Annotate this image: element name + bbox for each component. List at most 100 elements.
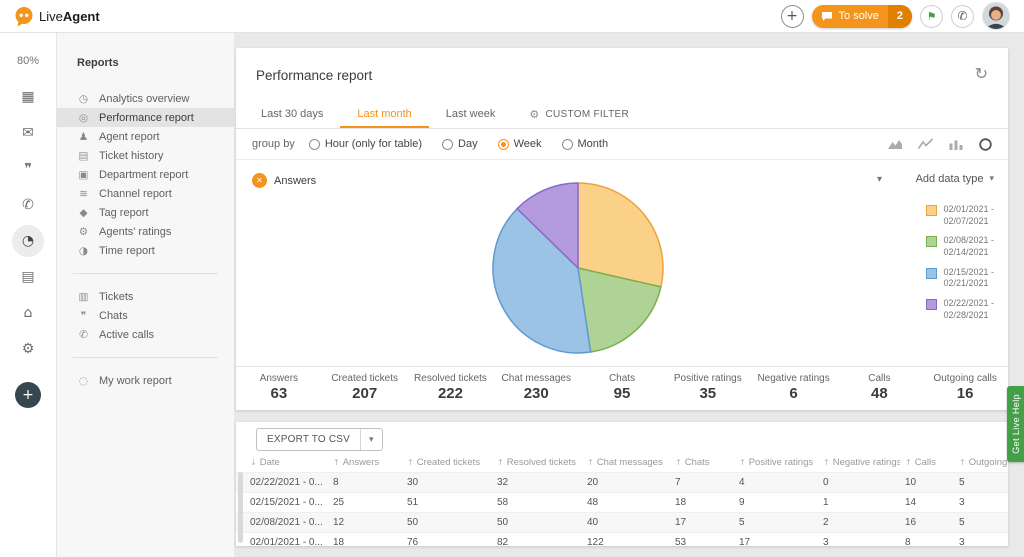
radio-label: Week — [514, 138, 542, 150]
sidebar-item-active-calls[interactable]: ✆Active calls — [57, 325, 234, 344]
tab-label: Last 30 days — [261, 108, 323, 120]
sidebar-item-performance-report[interactable]: ◎Performance report — [57, 108, 234, 127]
time-report-icon: ◑ — [77, 245, 90, 257]
sort-asc-icon: ↑ — [823, 458, 830, 467]
stat-calls[interactable]: Calls48 — [836, 367, 922, 408]
rail-item-add-new[interactable]: + — [0, 377, 56, 413]
stat-positive-ratings[interactable]: Positive ratings35 — [665, 367, 751, 408]
cell: 82 — [492, 533, 582, 547]
sidebar-item-label: Agents' ratings — [99, 226, 171, 238]
col-calls[interactable]: ↑Calls — [900, 455, 954, 473]
line-chart-icon[interactable] — [918, 138, 933, 150]
export-to-csv-button[interactable]: EXPORT TO CSV ▾ — [256, 428, 383, 451]
rail-item-reports[interactable]: ◔ — [0, 223, 56, 259]
series-options-caret-icon[interactable]: ▾ — [877, 174, 882, 185]
refresh-icon[interactable]: ↻ — [975, 64, 988, 83]
stat-value: 230 — [524, 385, 549, 402]
groupby-day[interactable]: Day — [442, 138, 478, 150]
settings-icon: ⚙ — [22, 341, 35, 357]
to-solve-button[interactable]: To solve 2 — [812, 5, 912, 28]
groupby-month[interactable]: Month — [562, 138, 609, 150]
legend-item-1[interactable]: 02/08/2021 -02/14/2021 — [926, 235, 994, 258]
legend-swatch — [926, 268, 937, 279]
stat-outgoing-calls[interactable]: Outgoing calls16 — [922, 367, 1008, 408]
table-row[interactable]: 02/01/2021 - 0...1876821225317383 — [236, 533, 1008, 547]
col-chat-messages[interactable]: ↑Chat messages — [582, 455, 670, 473]
sidebar-item-my-work-report[interactable]: ◌My work report — [57, 371, 234, 390]
legend-item-2[interactable]: 02/15/2021 -02/21/2021 — [926, 267, 994, 290]
rail-item-calls[interactable]: ✆ — [0, 187, 56, 223]
tab-label: CUSTOM FILTER — [546, 109, 630, 120]
tab-custom-filter[interactable]: ⚙CUSTOM FILTER — [512, 102, 646, 128]
col-resolved-tickets[interactable]: ↑Resolved tickets — [492, 455, 582, 473]
sidebar-item-tickets[interactable]: ▥Tickets — [57, 287, 234, 306]
stat-negative-ratings[interactable]: Negative ratings6 — [751, 367, 837, 408]
cell: 4 — [734, 473, 818, 493]
rail-item-dashboard[interactable]: ▦ — [0, 79, 56, 115]
notifications-flag-button[interactable]: ⚑ — [920, 5, 943, 28]
agent-report-icon: ♟ — [77, 131, 90, 143]
phone-button[interactable]: ✆ — [951, 5, 974, 28]
stat-answers[interactable]: Answers63 — [236, 367, 322, 408]
area-chart-icon[interactable] — [888, 138, 902, 150]
answers-series-chip[interactable]: ✕ Answers — [252, 173, 316, 188]
sidebar-item-ticket-history[interactable]: ▤Ticket history — [57, 146, 234, 165]
sidebar-item-time-report[interactable]: ◑Time report — [57, 241, 234, 260]
col-negative-ratings[interactable]: ↑Negative ratings — [818, 455, 900, 473]
tab-last-week[interactable]: Last week — [429, 102, 513, 128]
channel-report-icon: ≋ — [77, 188, 90, 200]
add-data-type-dropdown[interactable]: Add data type ▾ — [916, 173, 994, 185]
get-live-help-button[interactable]: Get Live Help — [1007, 386, 1024, 462]
legend-item-3[interactable]: 02/22/2021 -02/28/2021 — [926, 298, 994, 321]
sidebar-item-label: Channel report — [99, 188, 172, 200]
col-positive-ratings[interactable]: ↑Positive ratings — [734, 455, 818, 473]
sidebar-item-agents-ratings[interactable]: ⚙Agents' ratings — [57, 222, 234, 241]
stat-value: 63 — [271, 385, 288, 402]
table-row[interactable]: 02/22/2021 - 0...8303220740105 — [236, 473, 1008, 493]
export-caret-icon[interactable]: ▾ — [360, 429, 382, 450]
groupby-week[interactable]: Week — [498, 138, 542, 150]
legend-item-0[interactable]: 02/01/2021 -02/07/2021 — [926, 204, 994, 227]
col-date[interactable]: ↓Date — [236, 455, 328, 473]
rail-item-chats[interactable]: ❞ — [0, 151, 56, 187]
stat-created-tickets[interactable]: Created tickets207 — [322, 367, 408, 408]
bar-chart-icon[interactable] — [949, 138, 963, 150]
liveagent-logo[interactable]: LiveAgent — [14, 6, 100, 27]
stat-chat-messages[interactable]: Chat messages230 — [493, 367, 579, 408]
user-avatar[interactable] — [982, 2, 1010, 30]
cell: 9 — [734, 493, 818, 513]
reports-icon: ◔ — [22, 233, 34, 249]
col-answers[interactable]: ↑Answers — [328, 455, 402, 473]
sidebar-item-chats[interactable]: ❞Chats — [57, 306, 234, 325]
groupby-hour-only-for-table[interactable]: Hour (only for table) — [309, 138, 422, 150]
rail-item-tickets[interactable]: ▤ — [0, 259, 56, 295]
rail-item-mail[interactable]: ✉ — [0, 115, 56, 151]
tab-label: Last month — [357, 108, 411, 120]
sidebar-item-channel-report[interactable]: ≋ Channel report — [57, 184, 234, 203]
stat-chats[interactable]: Chats95 — [579, 367, 665, 408]
rail-item-settings[interactable]: ⚙ — [0, 331, 56, 367]
tab-last-30-days[interactable]: Last 30 days — [244, 102, 340, 128]
table-row[interactable]: 02/15/2021 - 0...255158481891143 — [236, 493, 1008, 513]
pie-chart-icon[interactable] — [979, 138, 992, 151]
cell: 17 — [670, 513, 734, 533]
sidebar-item-agent-report[interactable]: ♟Agent report — [57, 127, 234, 146]
sort-asc-icon: ↑ — [497, 458, 504, 467]
stat-resolved-tickets[interactable]: Resolved tickets222 — [408, 367, 494, 408]
tickets-icon: ▥ — [77, 291, 90, 303]
col-outgoing-calls[interactable]: ↑Outgoing calls — [954, 455, 1008, 473]
zoom-level[interactable]: 80% — [0, 55, 56, 67]
col-created-tickets[interactable]: ↑Created tickets — [402, 455, 492, 473]
sidebar-item-department-report[interactable]: ▣Department report — [57, 165, 234, 184]
sidebar-item-tag-report[interactable]: ◆Tag report — [57, 203, 234, 222]
sidebar-item-analytics-overview[interactable]: ◷Analytics overview — [57, 89, 234, 108]
table-row[interactable]: 02/08/2021 - 0...125050401752165 — [236, 513, 1008, 533]
table-scrollbar[interactable] — [238, 472, 243, 543]
brand-live: Live — [39, 9, 63, 24]
col-chats[interactable]: ↑Chats — [670, 455, 734, 473]
rail-item-billing[interactable]: ⌂ — [0, 295, 56, 331]
sidebar-item-label: Tag report — [99, 207, 149, 219]
stat-label: Resolved tickets — [414, 373, 487, 384]
add-new-button[interactable]: + — [781, 5, 804, 28]
tab-last-month[interactable]: Last month — [340, 102, 428, 128]
